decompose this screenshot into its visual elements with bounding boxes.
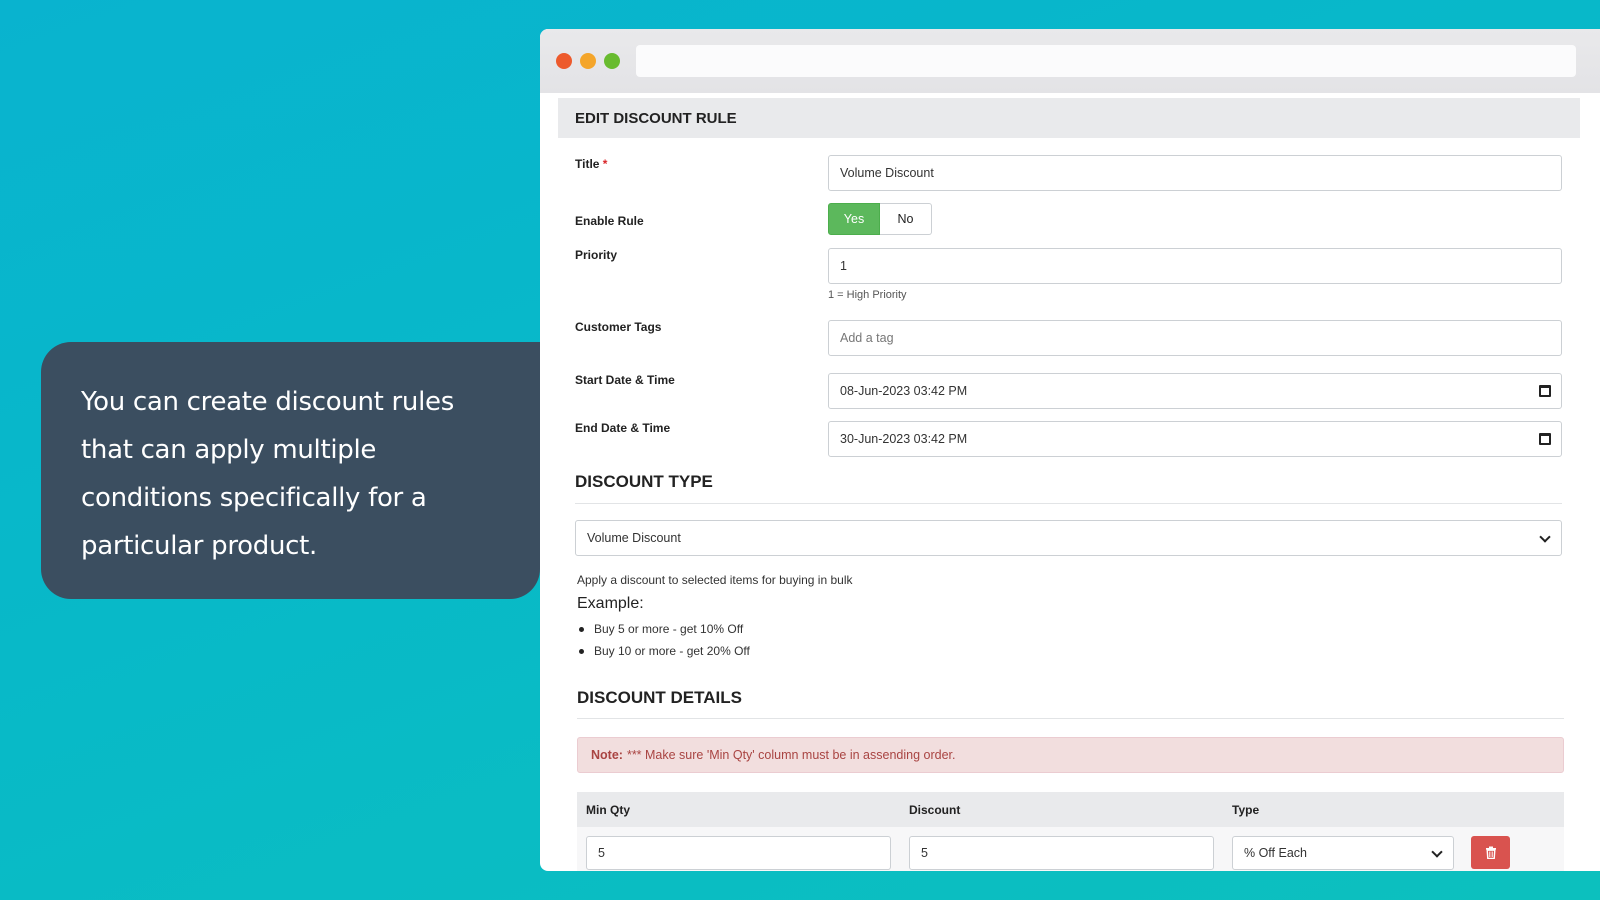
end-date-input[interactable]: 30-Jun-2023 03:42 PM bbox=[828, 421, 1562, 457]
discount-type-description: Apply a discount to selected items for b… bbox=[577, 573, 853, 587]
note-label: Note: bbox=[591, 748, 623, 762]
note-text: *** Make sure 'Min Qty' column must be i… bbox=[626, 748, 956, 762]
discount-table-header: Min Qty Discount Type bbox=[577, 792, 1564, 827]
section-divider bbox=[577, 718, 1564, 719]
priority-hint: 1 = High Priority bbox=[828, 289, 907, 301]
chevron-down-icon bbox=[1539, 531, 1551, 543]
min-qty-input[interactable]: 5 bbox=[586, 836, 891, 870]
title-input[interactable]: Volume Discount bbox=[828, 155, 1562, 191]
priority-label: Priority bbox=[575, 248, 618, 262]
title-label-text: Title bbox=[575, 157, 600, 171]
enable-rule-label: Enable Rule bbox=[575, 214, 644, 228]
column-min-qty: Min Qty bbox=[586, 803, 630, 817]
priority-input[interactable]: 1 bbox=[828, 248, 1562, 284]
delete-row-button[interactable] bbox=[1471, 836, 1510, 869]
chevron-down-icon bbox=[1431, 846, 1443, 858]
discount-input[interactable]: 5 bbox=[909, 836, 1214, 870]
example-heading: Example: bbox=[577, 595, 644, 612]
discount-type-select[interactable]: Volume Discount bbox=[575, 520, 1562, 556]
start-date-input[interactable]: 08-Jun-2023 03:42 PM bbox=[828, 373, 1562, 409]
browser-titlebar bbox=[540, 29, 1600, 93]
type-select[interactable]: % Off Each bbox=[1232, 836, 1454, 870]
panel-header: EDIT DISCOUNT RULE bbox=[558, 98, 1580, 138]
enable-no-button[interactable]: No bbox=[880, 203, 932, 235]
end-date-label: End Date & Time bbox=[575, 421, 671, 435]
column-type: Type bbox=[1232, 803, 1260, 817]
end-date-value: 30-Jun-2023 03:42 PM bbox=[840, 432, 968, 446]
title-label: Title * bbox=[575, 157, 607, 171]
address-bar[interactable] bbox=[636, 45, 1576, 77]
discount-type-heading: DISCOUNT TYPE bbox=[575, 472, 713, 491]
table-row: 5 5 % Off Each bbox=[577, 827, 1564, 871]
type-value: % Off Each bbox=[1244, 846, 1307, 860]
start-date-value: 08-Jun-2023 03:42 PM bbox=[840, 384, 968, 398]
start-date-label: Start Date & Time bbox=[575, 373, 675, 387]
section-divider bbox=[575, 503, 1562, 504]
browser-window: EDIT DISCOUNT RULE Title * Volume Discou… bbox=[540, 29, 1600, 871]
trash-icon bbox=[1485, 846, 1496, 859]
callout-text: You can create discount rules that can a… bbox=[81, 387, 454, 561]
edit-discount-panel: EDIT DISCOUNT RULE Title * Volume Discou… bbox=[558, 98, 1580, 871]
enable-yes-button[interactable]: Yes bbox=[828, 203, 880, 235]
calendar-icon[interactable] bbox=[1539, 433, 1551, 445]
callout-bubble: You can create discount rules that can a… bbox=[41, 342, 580, 599]
example-list: Buy 5 or more - get 10% Off Buy 10 or mo… bbox=[577, 618, 750, 662]
discount-details-heading: DISCOUNT DETAILS bbox=[577, 688, 742, 707]
customer-tags-input[interactable]: Add a tag bbox=[828, 320, 1562, 356]
discount-type-value: Volume Discount bbox=[587, 531, 681, 545]
example-item: Buy 10 or more - get 20% Off bbox=[577, 640, 750, 662]
enable-rule-toggle: Yes No bbox=[828, 203, 932, 235]
calendar-icon[interactable] bbox=[1539, 385, 1551, 397]
close-window-button[interactable] bbox=[556, 53, 572, 69]
minimize-window-button[interactable] bbox=[580, 53, 596, 69]
maximize-window-button[interactable] bbox=[604, 53, 620, 69]
note-alert: Note: *** Make sure 'Min Qty' column mus… bbox=[577, 737, 1564, 773]
customer-tags-label: Customer Tags bbox=[575, 320, 662, 334]
example-item: Buy 5 or more - get 10% Off bbox=[577, 618, 750, 640]
column-discount: Discount bbox=[909, 803, 961, 817]
required-mark: * bbox=[602, 157, 608, 171]
